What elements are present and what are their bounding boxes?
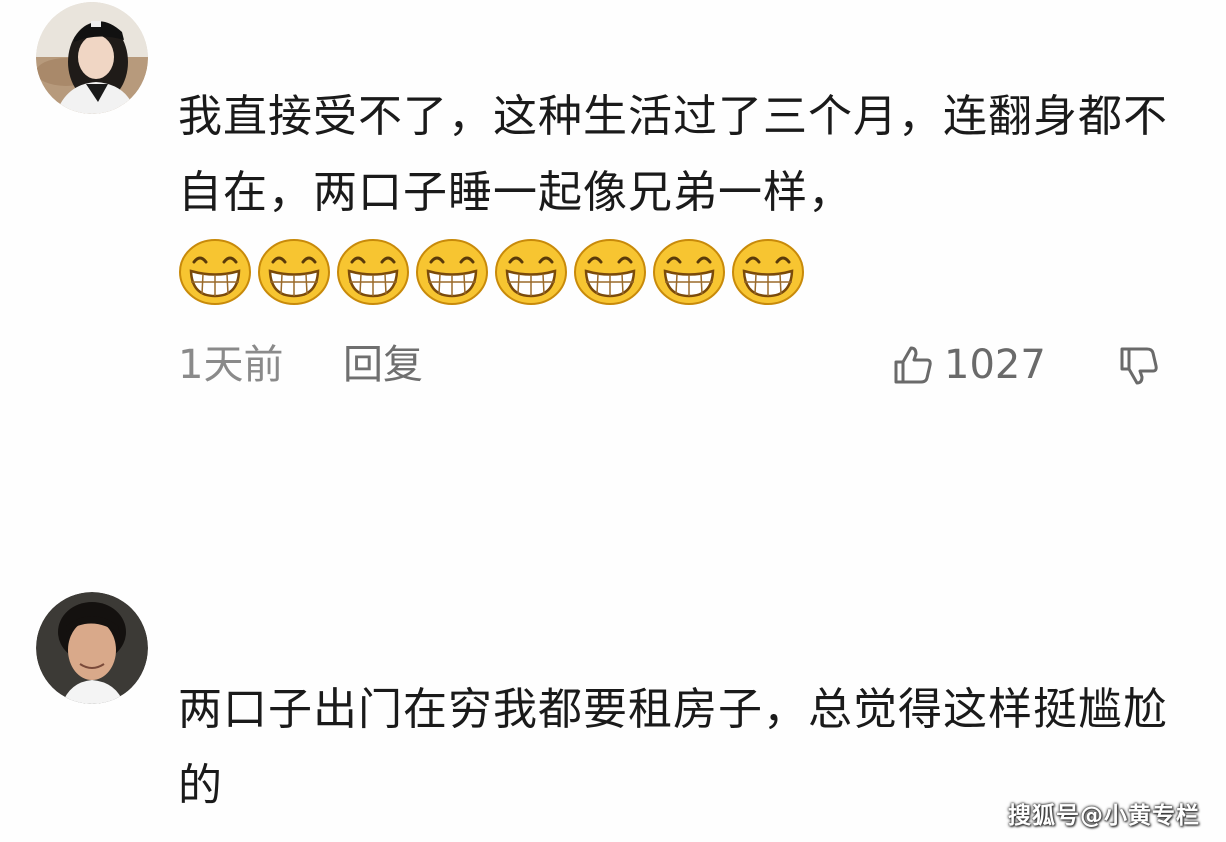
thumbs-down-icon [1120, 347, 1158, 385]
grinning-face-icon [416, 239, 488, 305]
reply-button[interactable]: 回复 [343, 338, 423, 392]
timestamp: 1天前 [178, 342, 284, 388]
grinning-face-icon [495, 239, 567, 305]
grinning-face-icon [653, 239, 725, 305]
avatar[interactable] [36, 592, 148, 704]
watermark: 搜狐号@小黄专栏 [1008, 803, 1200, 829]
grinning-face-icon [179, 239, 251, 305]
emoji-row [178, 238, 805, 306]
dislike-button[interactable] [1118, 345, 1160, 387]
comment-text: 我直接受不了，这种生活过了三个月，连翻身都不自在，两口子睡一起像兄弟一样， [178, 91, 1168, 218]
grinning-face-icon [258, 239, 330, 305]
grinning-face-icon [337, 239, 409, 305]
avatar[interactable] [36, 2, 148, 114]
thumbs-up-icon [894, 346, 932, 384]
comment-item: 我直接受不了，这种生活过了三个月，连翻身都不自在，两口子睡一起像兄弟一样， 1天… [0, 0, 1226, 420]
like-button[interactable]: 1027 [892, 338, 1046, 392]
grinning-face-icon [574, 239, 646, 305]
like-count: 1027 [944, 342, 1046, 388]
comment-thread: 我直接受不了，这种生活过了三个月，连翻身都不自在，两口子睡一起像兄弟一样， 1天… [0, 0, 1226, 842]
grinning-face-icon [732, 239, 804, 305]
comment-meta: 1天前 回复 1027 [178, 338, 1168, 392]
